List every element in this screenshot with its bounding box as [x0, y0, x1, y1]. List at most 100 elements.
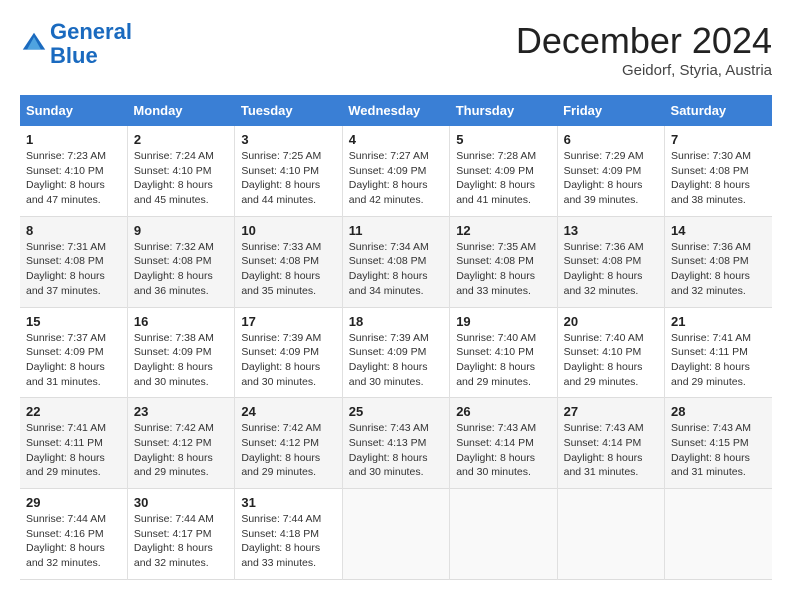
day-number: 7	[671, 132, 766, 147]
day-number: 17	[241, 314, 335, 329]
location: Geidorf, Styria, Austria	[516, 62, 772, 79]
weekday-header-row: SundayMondayTuesdayWednesdayThursdayFrid…	[20, 95, 772, 126]
weekday-header-monday: Monday	[127, 95, 234, 126]
day-info: Sunrise: 7:43 AMSunset: 4:13 PMDaylight:…	[349, 421, 443, 480]
day-number: 24	[241, 404, 335, 419]
weekday-header-thursday: Thursday	[450, 95, 557, 126]
day-number: 11	[349, 223, 443, 238]
logo-icon	[20, 30, 48, 58]
day-info: Sunrise: 7:29 AMSunset: 4:09 PMDaylight:…	[564, 149, 658, 208]
day-number: 14	[671, 223, 766, 238]
calendar-cell: 2Sunrise: 7:24 AMSunset: 4:10 PMDaylight…	[127, 126, 234, 216]
day-info: Sunrise: 7:39 AMSunset: 4:09 PMDaylight:…	[241, 331, 335, 390]
calendar-cell: 17 Sunrise: 7:39 AMSunset: 4:09 PMDayligh…	[235, 307, 342, 398]
weekday-header-sunday: Sunday	[20, 95, 127, 126]
calendar-cell: 12Sunrise: 7:35 AMSunset: 4:08 PMDayligh…	[450, 216, 557, 307]
day-number: 5	[456, 132, 550, 147]
day-number: 4	[349, 132, 443, 147]
day-info: Sunrise: 7:25 AMSunset: 4:10 PMDaylight:…	[241, 149, 335, 208]
day-info: Sunrise: 7:40 AMSunset: 4:10 PMDaylight:…	[564, 331, 658, 390]
calendar-cell: 6 Sunrise: 7:29 AMSunset: 4:09 PMDaylight…	[557, 126, 664, 216]
calendar-cell: 24 Sunrise: 7:42 AMSunset: 4:12 PMDayligh…	[235, 398, 342, 489]
calendar-cell: 1Sunrise: 7:23 AMSunset: 4:10 PMDaylight…	[20, 126, 127, 216]
day-number: 16	[134, 314, 228, 329]
month-title: December 2024	[516, 20, 772, 62]
calendar-cell: 23 Sunrise: 7:42 AMSunset: 4:12 PMDayligh…	[127, 398, 234, 489]
calendar-cell: 5 Sunrise: 7:28 AMSunset: 4:09 PMDaylight…	[450, 126, 557, 216]
week-row-1: 1Sunrise: 7:23 AMSunset: 4:10 PMDaylight…	[20, 126, 772, 216]
calendar-cell: 18 Sunrise: 7:39 AMSunset: 4:09 PMDayligh…	[342, 307, 449, 398]
day-info: Sunrise: 7:44 AMSunset: 4:17 PMDaylight:…	[134, 512, 228, 571]
day-info: Sunrise: 7:28 AMSunset: 4:09 PMDaylight:…	[456, 149, 550, 208]
calendar-cell	[557, 489, 664, 580]
day-number: 22	[26, 404, 121, 419]
weekday-header-saturday: Saturday	[665, 95, 772, 126]
calendar-cell: 16 Sunrise: 7:38 AMSunset: 4:09 PMDayligh…	[127, 307, 234, 398]
day-info: Sunrise: 7:33 AMSunset: 4:08 PMDaylight:…	[241, 240, 335, 299]
calendar-cell	[450, 489, 557, 580]
day-number: 23	[134, 404, 228, 419]
day-info: Sunrise: 7:42 AMSunset: 4:12 PMDaylight:…	[241, 421, 335, 480]
week-row-4: 22 Sunrise: 7:41 AMSunset: 4:11 PMDayligh…	[20, 398, 772, 489]
day-number: 29	[26, 495, 121, 510]
calendar-cell: 27 Sunrise: 7:43 AMSunset: 4:14 PMDayligh…	[557, 398, 664, 489]
day-number: 10	[241, 223, 335, 238]
day-info: Sunrise: 7:43 AMSunset: 4:14 PMDaylight:…	[564, 421, 658, 480]
day-info: Sunrise: 7:44 AMSunset: 4:18 PMDaylight:…	[241, 512, 335, 571]
day-info: Sunrise: 7:27 AMSunset: 4:09 PMDaylight:…	[349, 149, 443, 208]
day-info: Sunrise: 7:43 AMSunset: 4:15 PMDaylight:…	[671, 421, 766, 480]
title-block: December 2024 Geidorf, Styria, Austria	[516, 20, 772, 79]
day-info: Sunrise: 7:40 AMSunset: 4:10 PMDaylight:…	[456, 331, 550, 390]
calendar-cell: 28 Sunrise: 7:43 AMSunset: 4:15 PMDayligh…	[665, 398, 772, 489]
calendar-cell: 19 Sunrise: 7:40 AMSunset: 4:10 PMDayligh…	[450, 307, 557, 398]
calendar-cell: 4 Sunrise: 7:27 AMSunset: 4:09 PMDaylight…	[342, 126, 449, 216]
day-info: Sunrise: 7:41 AMSunset: 4:11 PMDaylight:…	[671, 331, 766, 390]
day-number: 3	[241, 132, 335, 147]
weekday-header-friday: Friday	[557, 95, 664, 126]
calendar-cell: 3 Sunrise: 7:25 AMSunset: 4:10 PMDaylight…	[235, 126, 342, 216]
calendar-cell: 14 Sunrise: 7:36 AMSunset: 4:08 PMDayligh…	[665, 216, 772, 307]
day-number: 18	[349, 314, 443, 329]
day-number: 28	[671, 404, 766, 419]
calendar-cell: 26Sunrise: 7:43 AMSunset: 4:14 PMDayligh…	[450, 398, 557, 489]
day-number: 25	[349, 404, 443, 419]
day-number: 13	[564, 223, 658, 238]
day-info: Sunrise: 7:24 AMSunset: 4:10 PMDaylight:…	[134, 149, 228, 208]
day-info: Sunrise: 7:37 AMSunset: 4:09 PMDaylight:…	[26, 331, 121, 390]
day-info: Sunrise: 7:35 AMSunset: 4:08 PMDaylight:…	[456, 240, 550, 299]
logo: GeneralBlue	[20, 20, 132, 68]
day-info: Sunrise: 7:44 AMSunset: 4:16 PMDaylight:…	[26, 512, 121, 571]
logo-text: GeneralBlue	[50, 20, 132, 68]
day-number: 8	[26, 223, 121, 238]
day-info: Sunrise: 7:42 AMSunset: 4:12 PMDaylight:…	[134, 421, 228, 480]
day-info: Sunrise: 7:39 AMSunset: 4:09 PMDaylight:…	[349, 331, 443, 390]
calendar-cell: 29 Sunrise: 7:44 AMSunset: 4:16 PMDayligh…	[20, 489, 127, 580]
calendar-cell: 7 Sunrise: 7:30 AMSunset: 4:08 PMDaylight…	[665, 126, 772, 216]
day-number: 19	[456, 314, 550, 329]
calendar-cell	[342, 489, 449, 580]
calendar-cell: 22 Sunrise: 7:41 AMSunset: 4:11 PMDayligh…	[20, 398, 127, 489]
day-number: 6	[564, 132, 658, 147]
day-number: 27	[564, 404, 658, 419]
day-info: Sunrise: 7:43 AMSunset: 4:14 PMDaylight:…	[456, 421, 550, 480]
day-info: Sunrise: 7:32 AMSunset: 4:08 PMDaylight:…	[134, 240, 228, 299]
day-number: 15	[26, 314, 121, 329]
calendar-cell: 31Sunrise: 7:44 AMSunset: 4:18 PMDayligh…	[235, 489, 342, 580]
day-info: Sunrise: 7:36 AMSunset: 4:08 PMDaylight:…	[564, 240, 658, 299]
day-info: Sunrise: 7:23 AMSunset: 4:10 PMDaylight:…	[26, 149, 121, 208]
day-info: Sunrise: 7:41 AMSunset: 4:11 PMDaylight:…	[26, 421, 121, 480]
day-info: Sunrise: 7:30 AMSunset: 4:08 PMDaylight:…	[671, 149, 766, 208]
page-header: GeneralBlue December 2024 Geidorf, Styri…	[20, 20, 772, 79]
calendar-cell: 20Sunrise: 7:40 AMSunset: 4:10 PMDayligh…	[557, 307, 664, 398]
calendar-cell: 8 Sunrise: 7:31 AMSunset: 4:08 PMDaylight…	[20, 216, 127, 307]
day-info: Sunrise: 7:38 AMSunset: 4:09 PMDaylight:…	[134, 331, 228, 390]
calendar-cell: 13 Sunrise: 7:36 AMSunset: 4:08 PMDayligh…	[557, 216, 664, 307]
day-number: 9	[134, 223, 228, 238]
calendar-cell: 10 Sunrise: 7:33 AMSunset: 4:08 PMDayligh…	[235, 216, 342, 307]
calendar-cell: 30Sunrise: 7:44 AMSunset: 4:17 PMDayligh…	[127, 489, 234, 580]
day-info: Sunrise: 7:31 AMSunset: 4:08 PMDaylight:…	[26, 240, 121, 299]
day-info: Sunrise: 7:34 AMSunset: 4:08 PMDaylight:…	[349, 240, 443, 299]
calendar-cell: 25 Sunrise: 7:43 AMSunset: 4:13 PMDayligh…	[342, 398, 449, 489]
calendar-cell: 15 Sunrise: 7:37 AMSunset: 4:09 PMDayligh…	[20, 307, 127, 398]
day-info: Sunrise: 7:36 AMSunset: 4:08 PMDaylight:…	[671, 240, 766, 299]
